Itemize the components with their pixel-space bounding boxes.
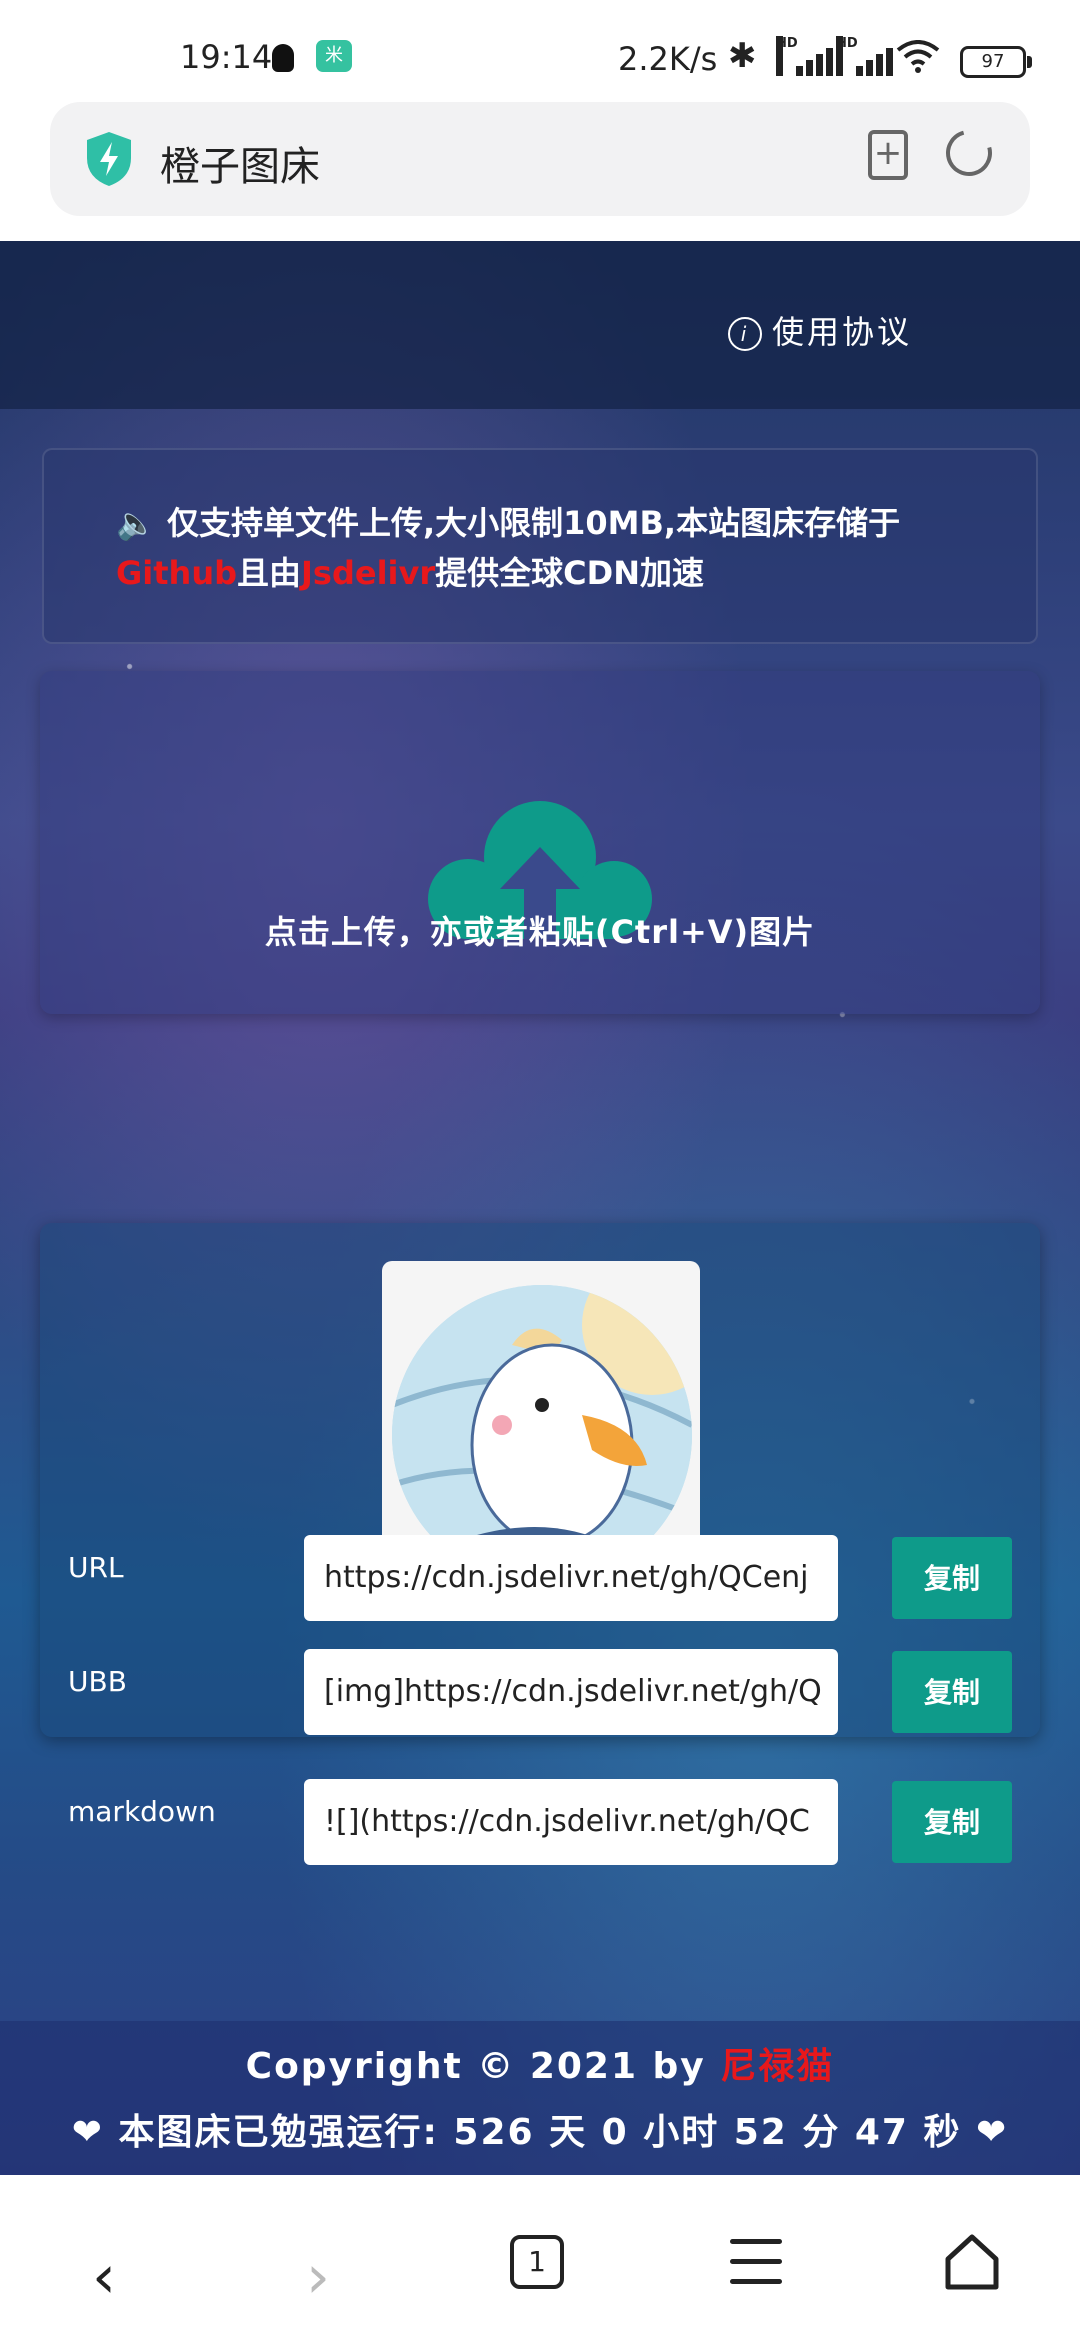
markdown-label: markdown — [68, 1795, 216, 1828]
notice-text: 🔈 仅支持单文件上传,大小限制10MB,本站图床存储于 Github且由Jsdel… — [116, 498, 996, 598]
terms-label: 使用协议 — [772, 313, 913, 351]
browser-nav-bar: ‹ › 1 — [0, 2175, 1080, 2340]
jsdelivr-link[interactable]: Jsdelivr — [301, 554, 435, 592]
notice-box: 🔈 仅支持单文件上传,大小限制10MB,本站图床存储于 Github且由Jsdel… — [42, 448, 1038, 644]
copyright-prefix: Copyright © 2021 by — [245, 2046, 721, 2087]
bluetooth-icon: ✱ — [728, 36, 757, 76]
ubb-field[interactable]: [img]https://cdn.jsdelivr.net/gh/Q — [304, 1649, 838, 1735]
secure-shield-icon — [87, 132, 131, 186]
notice-part1: 仅支持单文件上传,大小限制10MB,本站图床存储于 — [155, 504, 901, 542]
notice-part2: 且由 — [237, 554, 302, 592]
terms-link[interactable]: i 使用协议 — [728, 307, 912, 353]
refresh-icon[interactable] — [937, 121, 1001, 185]
add-bookmark-icon[interactable]: + — [868, 130, 908, 180]
status-time: 19:14 — [180, 38, 273, 76]
copyright-text: Copyright © 2021 by 尼禄猫 — [0, 2037, 1080, 2089]
web-page: i 使用协议 🔈 仅支持单文件上传,大小限制10MB,本站图床存储于 Github且… — [0, 241, 1080, 2175]
author-link[interactable]: 尼禄猫 — [720, 2046, 834, 2087]
url-field[interactable]: https://cdn.jsdelivr.net/gh/QCenj — [304, 1535, 838, 1621]
network-speed: 2.2K/s — [618, 40, 718, 78]
github-link[interactable]: Github — [116, 554, 237, 592]
markdown-field[interactable]: ![](https://cdn.jsdelivr.net/gh/QC — [304, 1779, 838, 1865]
copy-url-button[interactable]: 复制 — [892, 1537, 1012, 1619]
back-icon[interactable]: ‹ — [92, 2247, 116, 2307]
result-panel: URL https://cdn.jsdelivr.net/gh/QCenj 复制… — [40, 1223, 1040, 1737]
info-icon: i — [728, 317, 762, 351]
app-notification-icon: 米 — [316, 40, 352, 72]
upload-dropzone[interactable]: 点击上传，亦或者粘贴(Ctrl+V)图片 — [40, 671, 1040, 1014]
wifi-icon — [896, 40, 940, 83]
speaker-icon: 🔈 — [116, 504, 156, 542]
copy-markdown-button[interactable]: 复制 — [892, 1781, 1012, 1863]
forward-icon[interactable]: › — [306, 2247, 330, 2307]
notice-part3: 提供全球CDN加速 — [435, 554, 704, 592]
status-bar: 19:14 米 2.2K/s ✱ HD HD 97 — [0, 0, 1080, 100]
menu-icon[interactable] — [730, 2237, 782, 2287]
page-title: 橙子图床 — [160, 144, 320, 190]
signal-icon-2: HD — [836, 36, 893, 76]
runtime-counter: ❤ 本图床已勉强运行: 526 天 0 小时 52 分 47 秒 ❤ — [71, 2112, 1009, 2153]
site-header: i 使用协议 — [0, 241, 1080, 409]
signal-icon: HD — [776, 36, 833, 76]
copy-ubb-button[interactable]: 复制 — [892, 1651, 1012, 1733]
url-label: URL — [68, 1551, 124, 1584]
battery-icon: 97 — [960, 46, 1032, 78]
address-bar[interactable]: 橙子图床 + — [50, 102, 1030, 216]
home-icon[interactable] — [942, 2231, 1002, 2293]
qq-icon — [272, 44, 294, 72]
upload-hint: 点击上传，亦或者粘贴(Ctrl+V)图片 — [264, 913, 816, 951]
tabs-button[interactable]: 1 — [510, 2235, 564, 2289]
ubb-label: UBB — [68, 1665, 127, 1698]
